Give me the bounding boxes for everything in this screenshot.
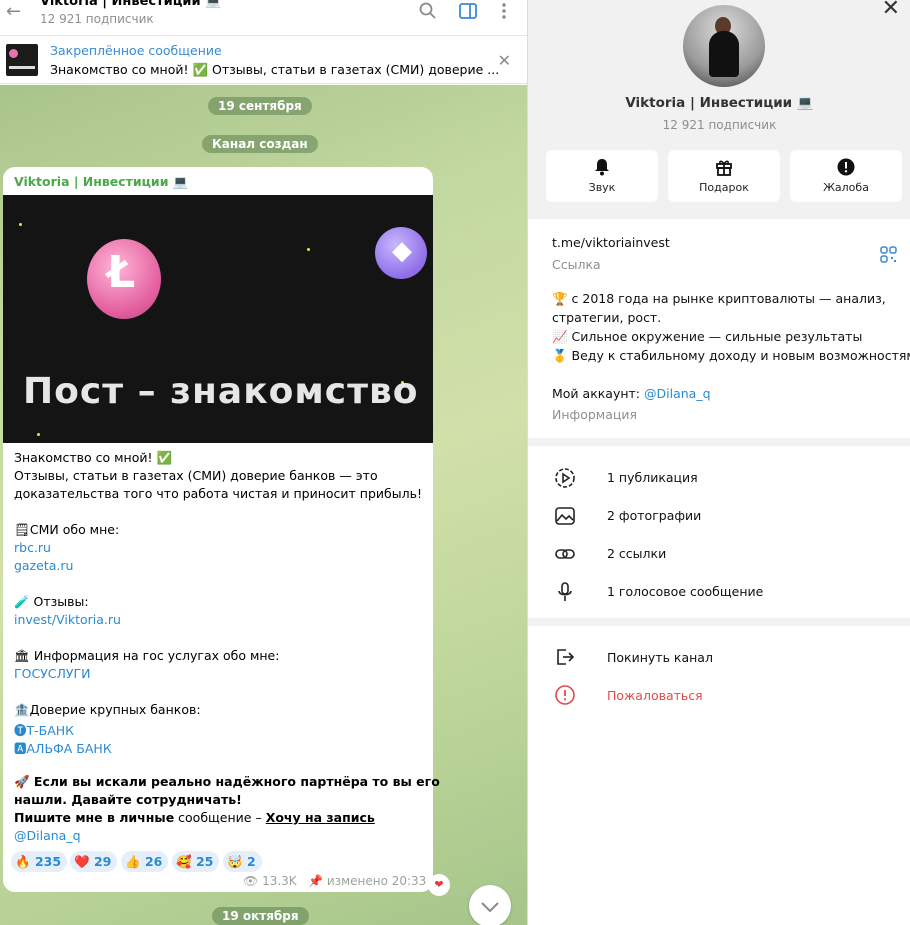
channel-link[interactable]: t.me/viktoriainvest	[552, 235, 670, 250]
qr-code-icon[interactable]	[880, 246, 897, 263]
post-text-line: нашли. Давайте сотрудничать!	[14, 792, 242, 807]
post-image[interactable]: Ł ◆ Пост – знакомство	[3, 195, 433, 443]
chat-subscribers: 12 921 подписчик	[40, 12, 154, 26]
more-menu-icon[interactable]	[494, 2, 514, 20]
channel-name: Viktoria | Инвестиции 💻	[625, 95, 814, 111]
channel-info-panel: ✕ Viktoria | Инвестиции 💻 12 921 подписч…	[527, 0, 910, 925]
post-link[interactable]: invest/Viktoria.ru	[14, 612, 121, 627]
post-text-line: 🚀 Если вы искали реально надёжного партн…	[14, 774, 440, 789]
description-line: 🥇 Веду к стабильному доходу и новым возм…	[552, 348, 910, 363]
media-card: 1 публикация 2 фотографии 2 ссылки 1 гол…	[528, 446, 910, 618]
reaction-heart[interactable]: ❤️ 29	[70, 851, 118, 872]
sparkle	[19, 223, 22, 226]
chat-header: ← Viktoria | Инвестиции 💻 12 921 подписч…	[0, 0, 527, 36]
gift-button[interactable]: Подарок	[668, 150, 780, 202]
sparkle	[37, 433, 40, 436]
leave-icon	[557, 649, 575, 665]
post-text-line: Знакомство со мной! ✅	[14, 450, 173, 465]
media-voice-row[interactable]: 1 голосовое сообщение	[607, 584, 763, 599]
post-meta: 👁 13.3K 📌 изменено 20:33	[243, 874, 426, 888]
image-caption: Пост – знакомство	[23, 371, 419, 412]
report-label: Жалоба	[823, 181, 869, 194]
info-label: Информация	[552, 407, 638, 422]
pin-icon: 📌	[308, 874, 324, 888]
description-line: Мой аккаунт: @Dilana_q	[552, 386, 711, 401]
post-text-bold: Пишите мне в личные	[14, 810, 175, 825]
bell-icon	[595, 159, 609, 176]
actions-card: Покинуть канал Пожаловаться	[528, 626, 910, 925]
my-reaction-heart-icon[interactable]: ❤	[428, 874, 450, 896]
sparkle	[307, 248, 310, 251]
mention-link[interactable]: @Dilana_q	[14, 828, 81, 843]
litecoin-coin-icon: Ł	[87, 239, 161, 319]
close-icon[interactable]: ✕	[882, 0, 900, 21]
chevron-down-icon	[481, 902, 499, 913]
channel-post[interactable]: Viktoria | Инвестиции 💻 Ł ◆ Пост – знако…	[3, 167, 440, 892]
post-link[interactable]: gazeta.ru	[14, 558, 73, 573]
edited-label: изменено 20:33	[326, 874, 427, 888]
description-line: стратегии, рост.	[552, 310, 662, 325]
gift-icon	[716, 160, 732, 176]
ethereum-coin-icon: ◆	[375, 227, 427, 279]
media-photos-row[interactable]: 2 фотографии	[607, 508, 701, 523]
post-text-plain: сообщение –	[174, 810, 266, 825]
microphone-icon	[558, 582, 572, 601]
eye-icon: 👁	[243, 874, 259, 888]
post-link[interactable]: 🅣Т-БАНК	[14, 720, 74, 739]
report-button[interactable]: Жалоба	[790, 150, 902, 202]
info-card: t.me/viktoriainvest Ссылка 🏆 с 2018 года…	[528, 219, 910, 438]
post-text-line: Отзывы, статьи в газетах (СМИ) доверие б…	[14, 468, 378, 483]
post-text-line: доказательства того что работа чистая и …	[14, 486, 422, 501]
account-link[interactable]: @Dilana_q	[644, 386, 711, 401]
chat-title[interactable]: Viktoria | Инвестиции 💻	[40, 0, 221, 9]
date-separator: 19 сентября	[208, 97, 312, 115]
leave-channel-button[interactable]: Покинуть канал	[607, 650, 713, 665]
close-pinned-icon[interactable]: ✕	[498, 51, 511, 70]
pinned-text: Знакомство со мной! ✅ Отзывы, статьи в г…	[50, 62, 500, 77]
views-count: 13.3K	[262, 874, 297, 888]
reaction-thumbs-up[interactable]: 👍 26	[121, 851, 169, 872]
chat-pane: ← Viktoria | Инвестиции 💻 12 921 подписч…	[0, 0, 527, 925]
pinned-thumbnail	[6, 44, 38, 76]
post-link[interactable]: rbc.ru	[14, 540, 51, 555]
booking-link[interactable]: Хочу на запись	[266, 810, 375, 825]
warning-icon	[837, 158, 855, 176]
pinned-title: Закреплённое сообщение	[50, 43, 222, 58]
reaction-smiling-hearts[interactable]: 🥰 25	[172, 851, 220, 872]
media-links-row[interactable]: 2 ссылки	[607, 546, 666, 561]
media-posts-row[interactable]: 1 публикация	[607, 470, 698, 485]
sound-button[interactable]: Звук	[546, 150, 658, 202]
sound-label: Звук	[588, 181, 616, 194]
gift-label: Подарок	[699, 181, 749, 194]
photo-icon	[555, 507, 575, 525]
description-line: 📈 Сильное окружение — сильные результаты	[552, 329, 863, 344]
report-channel-button[interactable]: Пожаловаться	[607, 688, 703, 703]
post-text-line: 🏦Доверие крупных банков:	[14, 702, 201, 717]
post-text-line: 🗒СМИ обо мне:	[14, 522, 120, 537]
report-alert-icon	[555, 685, 575, 705]
post-author[interactable]: Viktoria | Инвестиции 💻	[14, 174, 188, 190]
description-line: 🏆 с 2018 года на рынке криптовалюты — ан…	[552, 291, 886, 306]
account-label: Мой аккаунт:	[552, 386, 644, 401]
link-label: Ссылка	[552, 257, 601, 272]
sidebar-toggle-icon[interactable]	[458, 2, 478, 20]
play-video-icon	[555, 468, 575, 488]
post-link[interactable]: 🅰АЛЬФА БАНК	[14, 738, 112, 757]
service-message: Канал создан	[202, 135, 318, 153]
pinned-message-bar[interactable]: Закреплённое сообщение Знакомство со мно…	[0, 37, 527, 84]
channel-avatar[interactable]	[683, 5, 765, 87]
reaction-fire[interactable]: 🔥 235	[11, 851, 68, 872]
post-text-line: Пишите мне в личные сообщение – Хочу на …	[14, 810, 375, 825]
post-text-line: 🏛 Информация на гос услугах обо мне:	[14, 648, 280, 663]
post-link[interactable]: ГОСУСЛУГИ	[14, 666, 91, 681]
post-text-line: 🧪 Отзывы:	[14, 594, 89, 609]
date-separator: 19 октября	[212, 907, 309, 925]
link-icon	[555, 549, 575, 559]
reaction-mind-blown[interactable]: 🤯 2	[223, 851, 262, 872]
search-icon[interactable]	[418, 2, 438, 20]
scroll-down-button[interactable]	[469, 885, 511, 925]
channel-subscribers: 12 921 подписчик	[662, 118, 777, 132]
back-arrow-icon[interactable]: ←	[6, 1, 21, 22]
